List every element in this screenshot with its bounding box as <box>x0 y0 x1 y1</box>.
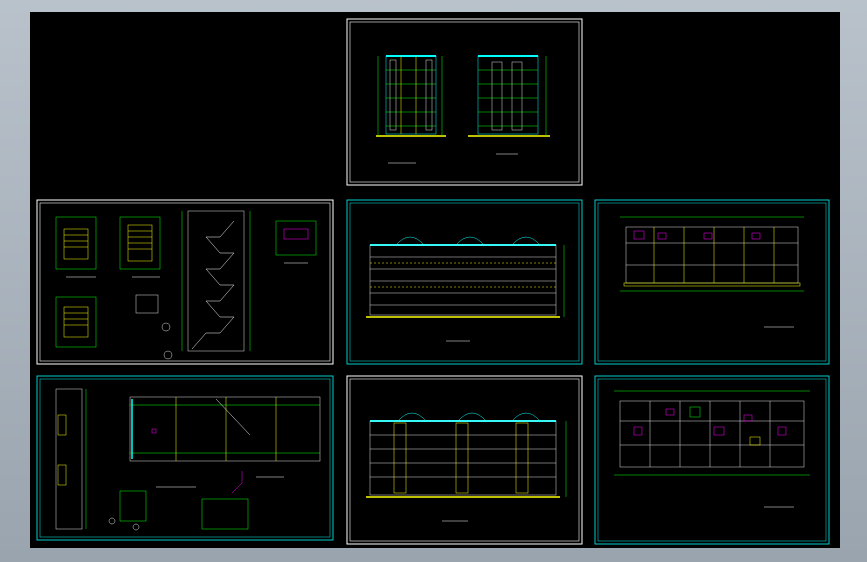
cad-window <box>0 0 867 562</box>
sheet-elevation-sections[interactable] <box>346 18 583 186</box>
sheet-rear-elevation[interactable] <box>346 199 583 365</box>
side-elevation <box>376 55 446 137</box>
sheet-wall-details-drawing <box>36 375 334 541</box>
sheet-floor-plan-2-drawing <box>594 375 830 545</box>
sheet-elevation-sections-drawing <box>346 18 583 186</box>
sheet-front-elevation[interactable] <box>346 375 583 545</box>
sheet-rear-elevation-drawing <box>346 199 583 365</box>
sheet-stair-details[interactable] <box>36 199 334 365</box>
end-elevation <box>468 55 550 137</box>
sheet-floor-plan-2[interactable] <box>594 375 830 545</box>
sheet-front-elevation-drawing <box>346 375 583 545</box>
sheet-floor-plan-1[interactable] <box>594 199 830 365</box>
drawing-canvas[interactable] <box>30 12 840 548</box>
sheet-wall-details[interactable] <box>36 375 334 541</box>
sheet-floor-plan-1-drawing <box>594 199 830 365</box>
sheet-stair-details-drawing <box>36 199 334 365</box>
